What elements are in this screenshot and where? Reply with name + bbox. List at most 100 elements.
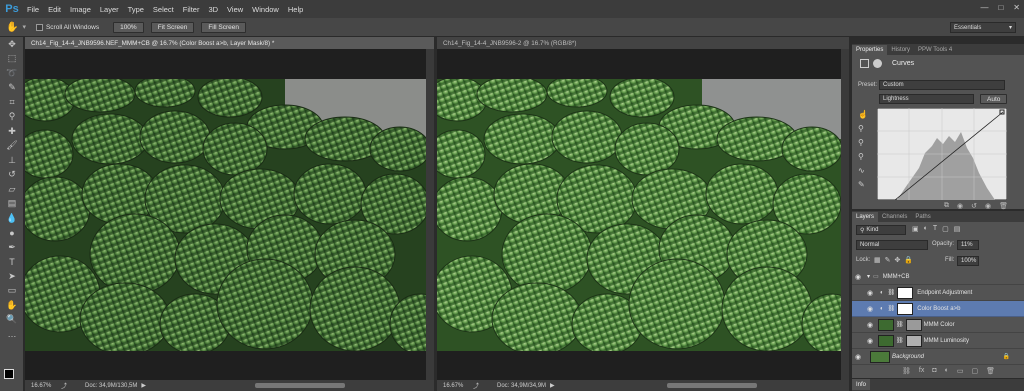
layer-row[interactable]: ◉ ◐ ⛓ Endpoint Adjustment [852,285,1024,301]
lasso-tool-icon[interactable]: ➰ [0,66,24,81]
add-mask-icon[interactable]: ◘ [932,367,936,375]
document-tab-left[interactable]: Ch14_Fig_14-4_JNB9596.NEF_MMM+CB @ 16.7%… [25,37,434,49]
lock-pixels-icon[interactable]: ✎ [885,256,891,264]
new-layer-icon[interactable]: ▢ [971,367,978,375]
fill-input[interactable]: 100% [957,256,979,266]
menu-type[interactable]: Type [128,5,144,14]
crop-tool-icon[interactable]: ⌗ [0,95,24,110]
layer-row-selected[interactable]: ◉ ◐ ⛓ Color Boost a>b [852,301,1024,317]
menu-edit[interactable]: Edit [48,5,61,14]
minimize-button[interactable]: — [980,3,988,12]
horizontal-scrollbar-right[interactable] [667,383,757,388]
maximize-button[interactable]: □ [998,3,1003,12]
lock-position-icon[interactable]: ✥ [895,256,901,264]
filter-kind-select[interactable]: ⚲ Kind [856,225,906,235]
foreground-color-swatch[interactable] [4,369,14,379]
stamp-tool-icon[interactable]: ⊥ [0,153,24,168]
visibility-icon[interactable]: ◉ [985,202,991,210]
horizontal-scrollbar-left[interactable] [255,383,345,388]
chain-icon[interactable]: ⛓ [896,321,904,328]
menu-filter[interactable]: Filter [183,5,200,14]
eye-icon[interactable]: ◉ [864,337,876,345]
adjustment-filter-icon[interactable]: ◐ [924,225,928,233]
path-select-tool-icon[interactable]: ➤ [0,269,24,284]
dodge-tool-icon[interactable]: ● [0,226,24,241]
share-icon[interactable]: ⤴ [61,381,67,390]
brush-tool-icon[interactable]: 🖌 [0,139,24,154]
eye-icon[interactable]: ◉ [852,353,864,361]
eye-icon[interactable]: ◉ [864,305,876,313]
zoom-level-right[interactable]: 16.67% [443,383,473,389]
auto-button[interactable]: Auto [980,94,1008,104]
more-tools-icon[interactable]: … [0,327,24,342]
tool-preset-dropdown-icon[interactable]: ▾ [22,23,26,31]
eye-icon[interactable]: ◉ [864,321,876,329]
clip-to-layer-icon[interactable]: ⧉ [944,202,949,210]
history-brush-icon[interactable]: ↺ [0,168,24,183]
tab-info[interactable]: Info [852,379,871,390]
menu-file[interactable]: File [27,5,39,14]
status-menu-arrow-icon[interactable]: ▶ [141,382,146,389]
close-button[interactable]: ✕ [1013,3,1020,12]
tab-paths[interactable]: Paths [911,212,934,222]
pen-tool-icon[interactable]: ✒ [0,240,24,255]
canvas-right[interactable] [437,49,841,367]
trash-icon[interactable]: 🗑 [986,367,995,375]
expand-arrow-icon[interactable]: ▾ [867,273,870,280]
layer-group[interactable]: ◉ ▾ ▭ MMM+CB [852,269,1024,285]
menu-window[interactable]: Window [252,5,279,14]
tab-ppw-tools[interactable]: PPW Tools 4 [914,45,956,55]
eye-icon[interactable]: ◉ [864,289,876,297]
mask-icon[interactable] [873,59,882,68]
layer-row[interactable]: ◉ ⛓ MMM Color [852,317,1024,333]
scroll-all-checkbox[interactable] [35,23,43,31]
pencil-icon[interactable]: ✎ [858,180,868,189]
pixel-filter-icon[interactable]: ▣ [912,225,919,233]
background-layer-row[interactable]: ◉ Background 🔒 [852,349,1024,365]
layer-mask-thumbnail[interactable] [897,302,914,315]
canvas-left[interactable] [25,49,426,367]
hand-tool-icon[interactable]: ✋ [6,22,18,33]
blur-tool-icon[interactable]: 💧 [0,211,24,226]
type-tool-icon[interactable]: T [0,255,24,270]
trash-icon[interactable]: 🗑 [999,202,1008,210]
curves-histogram-graph[interactable] [877,108,1007,200]
gray-eyedropper-icon[interactable]: ⚲ [858,138,868,147]
blend-mode-select[interactable]: Normal [856,240,928,250]
opacity-input[interactable]: 11% [957,240,979,250]
reset-icon[interactable]: ↺ [971,202,977,210]
menu-3d[interactable]: 3D [208,5,218,14]
status-menu-arrow-icon[interactable]: ▶ [550,382,555,389]
fit-screen-button[interactable]: Fit Screen [150,21,195,33]
chain-icon[interactable]: ⛓ [888,305,896,312]
tab-history[interactable]: History [887,45,914,55]
layer-row[interactable]: ◉ ⛓ MMM Luminosity [852,333,1024,349]
fx-icon[interactable]: fx [919,367,924,375]
menu-image[interactable]: Image [70,5,91,14]
preset-select[interactable]: Custom [879,80,1005,90]
shape-tool-icon[interactable]: ▭ [0,284,24,299]
lock-transparency-icon[interactable]: ▦ [874,256,881,264]
healing-tool-icon[interactable]: ✚ [0,124,24,139]
chain-icon[interactable]: ⛓ [896,337,904,344]
view-previous-icon[interactable]: ◉ [957,202,963,210]
type-filter-icon[interactable]: T [933,225,937,233]
zoom-tool-icon[interactable]: 🔍 [0,313,24,328]
smart-object-filter-icon[interactable]: ▤ [954,225,961,233]
link-layers-icon[interactable]: ⛓ [902,367,911,375]
target-adjust-icon[interactable]: ☝ [858,110,868,119]
channel-select[interactable]: Lightness [879,94,974,104]
new-group-icon[interactable]: ▭ [957,367,964,375]
gradient-tool-icon[interactable]: ▤ [0,197,24,212]
hand-tool-icon[interactable]: ✋ [0,298,24,313]
menu-view[interactable]: View [227,5,243,14]
layer-mask-thumbnail[interactable] [897,286,914,299]
share-icon[interactable]: ⤴ [473,381,479,390]
menu-layer[interactable]: Layer [100,5,119,14]
layer-mask-thumbnail[interactable] [905,334,922,347]
eye-icon[interactable]: ◉ [852,273,864,281]
curve-edit-icon[interactable]: ∿ [858,166,868,175]
menu-help[interactable]: Help [288,5,303,14]
vertical-scrollbar-left[interactable] [426,49,434,380]
quick-select-tool-icon[interactable]: ✎ [0,81,24,96]
